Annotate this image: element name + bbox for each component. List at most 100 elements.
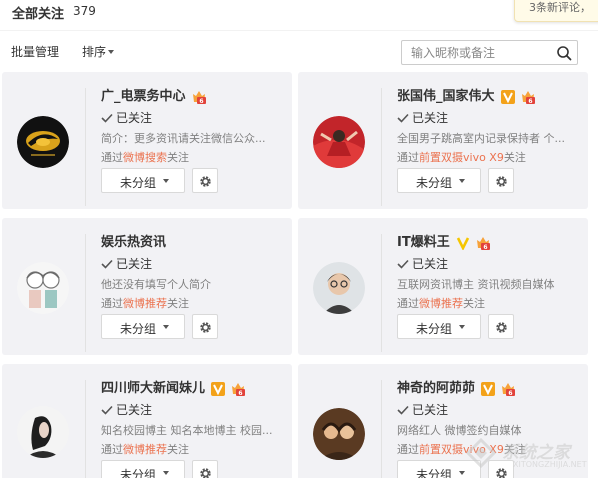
- verified-icon: [456, 236, 470, 250]
- check-icon: [101, 259, 113, 269]
- user-description: 知名校园博主 知名本地博主 校园...: [101, 424, 273, 437]
- card-separator: [381, 88, 382, 206]
- follow-source-link[interactable]: 微博搜索: [123, 151, 167, 164]
- sort-dropdown[interactable]: 排序: [82, 43, 115, 60]
- card-separator: [381, 380, 382, 478]
- svg-text:6: 6: [238, 390, 242, 396]
- check-icon: [397, 259, 409, 269]
- user-name[interactable]: 张国伟_国家伟大: [397, 88, 495, 106]
- settings-button[interactable]: [192, 314, 218, 339]
- card-separator: [85, 88, 86, 206]
- follow-status: 已关注: [397, 256, 582, 273]
- user-name-row: 张国伟_国家伟大 6: [397, 87, 582, 107]
- check-icon: [101, 405, 113, 415]
- verified-icon: [481, 382, 496, 396]
- caret-down-icon: [108, 50, 115, 54]
- caret-down-icon: [459, 325, 465, 329]
- follow-card: IT爆料王 6 已关注 互联网资讯博主 资讯视频自媒体 通过微博推荐关注 未分组: [298, 218, 588, 355]
- page-title: 全部关注: [12, 7, 65, 22]
- settings-button[interactable]: [192, 460, 218, 478]
- header-divider: [0, 30, 598, 31]
- follow-status: 已关注: [101, 402, 286, 419]
- user-name-row: 娱乐热资讯: [101, 233, 286, 253]
- card-info: 四川师大新闻妹儿 6 已关注 知名校园博主 知名本地博主 校园... 通过微博推…: [101, 379, 286, 478]
- vip-icon: 6: [475, 236, 491, 251]
- caret-down-icon: [163, 325, 169, 329]
- new-comment-notification[interactable]: 3条新评论，: [514, 0, 598, 22]
- follow-card: 广_电票务中心 6 已关注 简介：更多资讯请关注微信公众... 通过微博搜索关注…: [2, 72, 292, 209]
- gear-icon: [200, 322, 211, 333]
- check-icon: [397, 113, 409, 123]
- svg-text:6: 6: [528, 98, 532, 104]
- vip-icon: 6: [520, 90, 536, 105]
- user-name[interactable]: 广_电票务中心: [101, 88, 186, 106]
- avatar[interactable]: [313, 262, 365, 314]
- card-actions: 未分组: [101, 460, 286, 478]
- user-name[interactable]: 神奇的阿茆茆: [397, 380, 475, 398]
- user-description: 简介：更多资讯请关注微信公众...: [101, 132, 266, 145]
- card-separator: [85, 234, 86, 352]
- avatar[interactable]: [313, 116, 365, 168]
- group-dropdown[interactable]: 未分组: [397, 314, 481, 339]
- follow-source-link[interactable]: 微博推荐: [123, 297, 167, 310]
- follow-card: 四川师大新闻妹儿 6 已关注 知名校园博主 知名本地博主 校园... 通过微博推…: [2, 364, 292, 478]
- card-info: 娱乐热资讯 已关注 他还没有填写个人简介 通过微博推荐关注 未分组: [101, 233, 286, 340]
- follow-source: 通过微博推荐关注: [397, 297, 485, 310]
- card-actions: 未分组: [397, 168, 582, 194]
- follow-source-link[interactable]: 前置双摄vivo X9: [419, 151, 504, 164]
- notification-text: 3条新评论，: [529, 1, 591, 14]
- card-actions: 未分组: [101, 168, 286, 194]
- watermark-subtext: XITONGZHIJIA.NET: [513, 460, 587, 469]
- card-actions: 未分组: [101, 314, 286, 340]
- watermark-logo-icon: [465, 437, 497, 469]
- follow-status: 已关注: [397, 110, 582, 127]
- user-name-row: 四川师大新闻妹儿 6: [101, 379, 286, 399]
- group-dropdown[interactable]: 未分组: [101, 168, 185, 193]
- gear-icon: [200, 176, 211, 187]
- avatar[interactable]: [17, 406, 69, 458]
- follow-status: 已关注: [101, 256, 286, 273]
- gear-icon: [496, 322, 507, 333]
- page-header: 全部关注 379: [0, 0, 598, 26]
- gear-icon: [496, 176, 507, 187]
- caret-down-icon: [163, 179, 169, 183]
- search-icon[interactable]: [556, 45, 572, 61]
- follow-source-link[interactable]: 微博推荐: [123, 443, 167, 456]
- toolbar: 批量管理 排序: [0, 34, 598, 68]
- avatar[interactable]: [17, 116, 69, 168]
- svg-text:6: 6: [199, 98, 203, 104]
- follow-source: 通过微博搜索关注: [101, 151, 189, 164]
- follow-source: 通过微博推荐关注: [101, 297, 189, 310]
- search-input[interactable]: [411, 44, 551, 61]
- sort-label: 排序: [82, 45, 107, 59]
- user-description: 他还没有填写个人简介: [101, 278, 211, 291]
- avatar[interactable]: [17, 262, 69, 314]
- site-watermark: 系统之家 XITONGZHIJIA.NET: [462, 434, 598, 474]
- verified-icon: [211, 382, 226, 396]
- follow-source-link[interactable]: 微博推荐: [419, 297, 463, 310]
- card-info: 张国伟_国家伟大 6 已关注 全国男子跳高室内记录保持者 个... 通过前置双摄…: [397, 87, 582, 194]
- settings-button[interactable]: [192, 168, 218, 193]
- follow-status: 已关注: [397, 402, 582, 419]
- settings-button[interactable]: [488, 314, 514, 339]
- follow-count: 379: [73, 4, 96, 18]
- settings-button[interactable]: [488, 168, 514, 193]
- search-box: [401, 40, 578, 65]
- batch-manage-button[interactable]: 批量管理: [11, 43, 59, 60]
- user-description: 全国男子跳高室内记录保持者 个...: [397, 132, 565, 145]
- vip-icon: 6: [500, 382, 516, 397]
- user-name[interactable]: 四川师大新闻妹儿: [101, 380, 205, 398]
- verified-icon: [500, 90, 515, 104]
- group-dropdown[interactable]: 未分组: [101, 314, 185, 339]
- user-name[interactable]: IT爆料王: [397, 234, 450, 252]
- card-info: IT爆料王 6 已关注 互联网资讯博主 资讯视频自媒体 通过微博推荐关注 未分组: [397, 233, 582, 340]
- svg-text:6: 6: [483, 244, 487, 250]
- card-separator: [381, 234, 382, 352]
- avatar[interactable]: [313, 408, 365, 460]
- check-icon: [397, 405, 409, 415]
- check-icon: [101, 113, 113, 123]
- group-dropdown[interactable]: 未分组: [101, 460, 185, 478]
- user-name[interactable]: 娱乐热资讯: [101, 234, 166, 252]
- user-name-row: IT爆料王 6: [397, 233, 582, 253]
- group-dropdown[interactable]: 未分组: [397, 168, 481, 193]
